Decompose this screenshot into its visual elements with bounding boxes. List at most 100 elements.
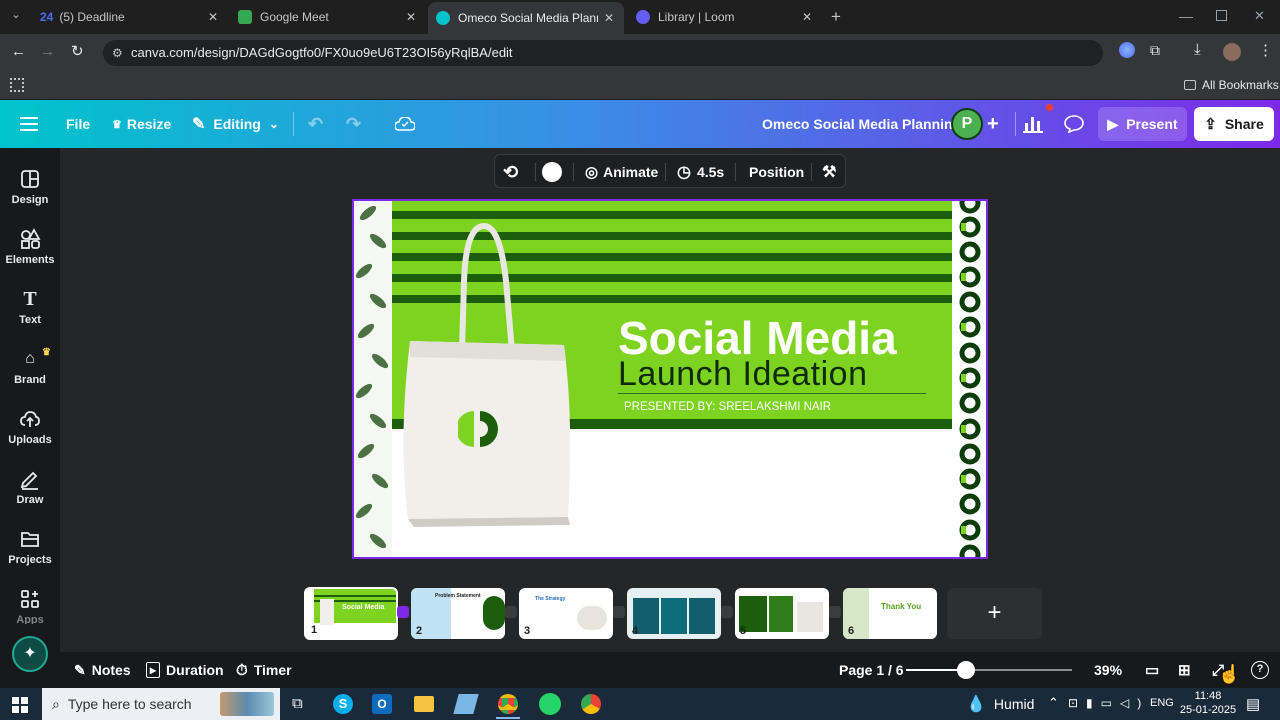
- document-title[interactable]: Omeco Social Media Planning: [762, 100, 961, 148]
- add-collaborator-button[interactable]: +: [987, 100, 999, 148]
- tab-canva[interactable]: Omeco Social Media Planning ✕: [428, 2, 624, 34]
- replace-button[interactable]: ⟲: [503, 155, 518, 189]
- add-page-button[interactable]: +: [947, 588, 1042, 639]
- rail-draw[interactable]: Draw: [0, 468, 60, 506]
- page-thumbnail-1[interactable]: Social Media 1: [304, 587, 398, 640]
- extensions-puzzle-icon[interactable]: ⧉: [1150, 42, 1160, 59]
- chrome-icon[interactable]: [498, 694, 518, 714]
- notes-button[interactable]: ✎ Notes: [74, 652, 131, 688]
- comments-button[interactable]: [1064, 100, 1084, 148]
- timer-button[interactable]: ⏱ Timer: [236, 652, 292, 688]
- extension-icon[interactable]: [1119, 42, 1135, 58]
- language-indicator[interactable]: ENG: [1150, 697, 1174, 709]
- taskbar-search[interactable]: ⌕ Type here to search: [42, 688, 280, 720]
- profile-avatar[interactable]: [1223, 43, 1241, 61]
- zoom-slider-handle[interactable]: [956, 661, 975, 679]
- zoom-level[interactable]: 39%: [1094, 652, 1122, 688]
- notifications-icon[interactable]: ▤: [1246, 695, 1260, 713]
- transition-icon[interactable]: [397, 606, 409, 618]
- transition-icon[interactable]: [505, 606, 517, 618]
- rail-elements[interactable]: Elements: [0, 228, 60, 266]
- rail-apps[interactable]: Apps: [0, 588, 60, 624]
- back-icon[interactable]: ←: [11, 43, 26, 60]
- close-icon[interactable]: ✕: [802, 10, 812, 24]
- tray-icons[interactable]: ⊡▮▭◁): [1068, 696, 1149, 710]
- tab-deadline[interactable]: 24 (5) Deadline ✕: [32, 0, 228, 34]
- page-thumbnail-5[interactable]: 5: [735, 588, 829, 639]
- main-menu-button[interactable]: [20, 100, 38, 148]
- duration-button[interactable]: ◷ 4.5s: [677, 155, 724, 189]
- menu-kebab-icon[interactable]: ⋮: [1258, 41, 1273, 59]
- page-thumbnail-2[interactable]: Problem Statement 2: [411, 588, 505, 639]
- elements-icon: [21, 228, 41, 249]
- file-explorer-icon[interactable]: [414, 696, 434, 712]
- slide-canvas[interactable]: Social Media Launch Ideation PRESENTED B…: [352, 199, 988, 559]
- page-thumbnail-6[interactable]: Thank You 6: [843, 588, 937, 639]
- rail-projects[interactable]: Projects: [0, 528, 60, 566]
- editing-mode-dropdown[interactable]: ✎ Editing ⌄: [192, 100, 279, 148]
- close-icon[interactable]: ✕: [208, 10, 218, 24]
- insights-button[interactable]: [1023, 100, 1043, 148]
- site-info-icon[interactable]: ⚙: [112, 40, 123, 66]
- rail-brand[interactable]: ⌂ ♛ Brand: [0, 347, 60, 386]
- share-button[interactable]: ⇪ Share: [1194, 107, 1274, 141]
- fit-view-icon[interactable]: ▭: [1145, 652, 1159, 688]
- windows-start-icon[interactable]: [12, 697, 28, 713]
- transition-icon[interactable]: [721, 606, 733, 618]
- window-close-button[interactable]: ✕: [1254, 8, 1265, 24]
- tab-google-meet[interactable]: Google Meet ✕: [230, 0, 426, 34]
- search-icon: ⌕: [52, 695, 60, 712]
- whatsapp-icon[interactable]: [539, 693, 561, 715]
- page-indicator[interactable]: Page 1 / 6: [839, 652, 904, 688]
- user-avatar[interactable]: P: [951, 108, 983, 140]
- slide-subtitle[interactable]: Launch Ideation: [618, 355, 867, 394]
- task-view-icon[interactable]: ⧉: [292, 695, 303, 712]
- cloud-saved-icon[interactable]: [395, 100, 415, 148]
- position-button[interactable]: Position: [749, 155, 804, 189]
- magic-assistant-button[interactable]: ✦: [12, 636, 48, 672]
- reload-icon[interactable]: ↻: [71, 42, 84, 60]
- animate-button[interactable]: ◎ Animate: [585, 155, 658, 189]
- tab-loom[interactable]: Library | Loom ✕: [626, 0, 822, 34]
- transition-icon[interactable]: [829, 606, 841, 618]
- help-icon[interactable]: ?: [1251, 652, 1269, 688]
- minimize-button[interactable]: —: [1179, 8, 1193, 24]
- close-icon[interactable]: ✕: [604, 11, 614, 25]
- zoom-slider[interactable]: [906, 661, 1072, 679]
- file-menu[interactable]: File: [66, 100, 90, 148]
- chevron-down-icon: ⌄: [268, 117, 279, 131]
- weather-widget[interactable]: 💧 Humid: [966, 688, 1034, 720]
- design-icon: [21, 170, 39, 188]
- all-bookmarks[interactable]: All Bookmarks: [1184, 78, 1279, 92]
- clock[interactable]: 11:48 25-01-2025: [1178, 689, 1238, 717]
- outlook-icon[interactable]: O: [372, 694, 392, 714]
- duration-toggle[interactable]: ▸ Duration: [146, 652, 224, 688]
- chrome-profile-icon[interactable]: [581, 694, 601, 714]
- tab-search-button[interactable]: ⌄: [6, 8, 26, 26]
- present-button[interactable]: ▶ Present: [1098, 107, 1187, 141]
- new-tab-button[interactable]: +: [831, 7, 841, 27]
- skype-icon[interactable]: S: [333, 694, 353, 714]
- app-icon[interactable]: [453, 694, 479, 714]
- download-icon[interactable]: ⤓: [1194, 41, 1201, 58]
- address-field[interactable]: ⚙ canva.com/design/DAGdGogtfo0/FX0uo9eU6…: [103, 40, 1103, 66]
- transition-icon[interactable]: [613, 606, 625, 618]
- page-thumbnail-4[interactable]: 4: [627, 588, 721, 639]
- forward-icon[interactable]: →: [40, 43, 55, 60]
- page-thumbnail-3[interactable]: The Strategy 3: [519, 588, 613, 639]
- restore-button[interactable]: [1216, 10, 1227, 21]
- rail-design[interactable]: Design: [0, 168, 60, 206]
- apps-grid-icon[interactable]: [10, 78, 24, 92]
- redo-button[interactable]: ↷: [346, 100, 361, 148]
- rail-uploads[interactable]: Uploads: [0, 408, 60, 446]
- resize-button[interactable]: ♛ Resize: [112, 100, 171, 148]
- divider: [573, 163, 574, 181]
- undo-button[interactable]: ↶: [308, 100, 323, 148]
- close-icon[interactable]: ✕: [406, 10, 416, 24]
- chevron-up-icon[interactable]: ⌃: [1048, 695, 1059, 711]
- presented-by-text[interactable]: PRESENTED BY: SREELAKSHMI NAIR: [624, 401, 831, 413]
- paint-roller-icon[interactable]: ⚒: [822, 155, 836, 189]
- rail-text[interactable]: T Text: [0, 288, 60, 326]
- color-swatch[interactable]: [542, 162, 562, 182]
- grid-view-icon[interactable]: ⊞: [1178, 652, 1191, 688]
